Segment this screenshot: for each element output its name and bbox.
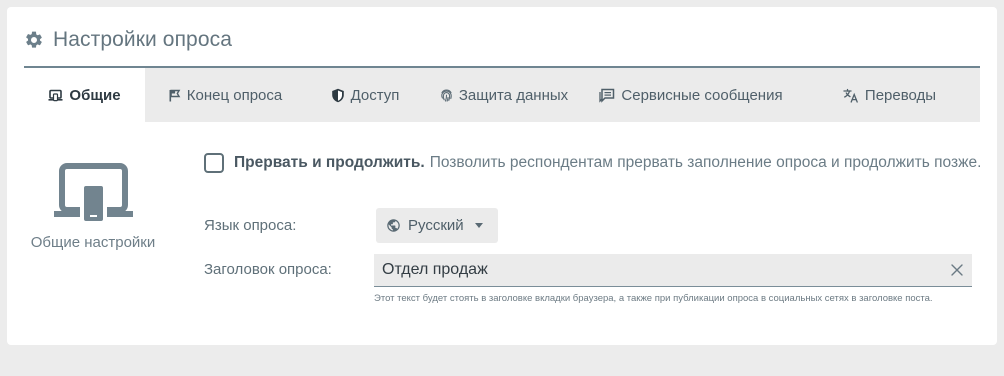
- survey-title-hint: Этот текст будет стоять в заголовке вкла…: [374, 293, 933, 304]
- globe-icon: [386, 218, 401, 233]
- tab-label: Общие: [69, 86, 121, 104]
- laptop-device-icon: [54, 163, 133, 230]
- settings-card: Настройки опроса Общие Конец опроса Дост…: [7, 7, 997, 345]
- tab-access[interactable]: Доступ: [305, 68, 425, 122]
- tab-label: Конец опроса: [186, 86, 283, 104]
- close-icon[interactable]: [942, 255, 972, 285]
- language-value: Русский: [408, 217, 464, 234]
- gear-icon: [24, 30, 44, 50]
- tab-service-messages[interactable]: Сервисные сообщения: [583, 68, 799, 122]
- tab-general[interactable]: Общие: [24, 68, 145, 122]
- flag-icon: [169, 89, 181, 101]
- tab-label: Переводы: [864, 86, 937, 104]
- chevron-down-icon: [474, 223, 483, 228]
- settings-header: Настройки опроса: [24, 25, 232, 55]
- survey-title-label: Заголовок опроса:: [204, 261, 332, 278]
- pause-continue-option: Прервать и продолжить. Позволить респонд…: [204, 152, 981, 174]
- section-label: Общие настройки: [30, 234, 156, 251]
- translate-icon: [843, 88, 858, 103]
- tab-label: Защита данных: [458, 86, 569, 104]
- tab-survey-end[interactable]: Конец опроса: [145, 68, 305, 122]
- tab-label: Доступ: [350, 86, 400, 104]
- shield-icon: [331, 88, 344, 102]
- settings-tabs: Общие Конец опроса Доступ Защита данных …: [24, 66, 980, 122]
- survey-title-value: Отдел продаж: [382, 261, 488, 278]
- tab-label: Сервисные сообщения: [621, 86, 783, 104]
- tab-translations[interactable]: Переводы: [799, 68, 980, 122]
- page-title: Настройки опроса: [53, 28, 232, 51]
- pause-continue-description: Позволить респондентам прервать заполнен…: [429, 154, 982, 171]
- pause-continue-checkbox[interactable]: [204, 153, 224, 173]
- language-select[interactable]: Русский: [376, 208, 498, 243]
- survey-title-input[interactable]: Отдел продаж: [374, 254, 972, 287]
- pause-continue-title: Прервать и продолжить.: [234, 154, 425, 171]
- language-label: Язык опроса:: [204, 217, 297, 234]
- fingerprint-icon: [441, 89, 452, 102]
- tab-data-protection[interactable]: Защита данных: [425, 68, 583, 122]
- laptop-device-icon: [48, 89, 63, 101]
- message-icon: [599, 88, 615, 103]
